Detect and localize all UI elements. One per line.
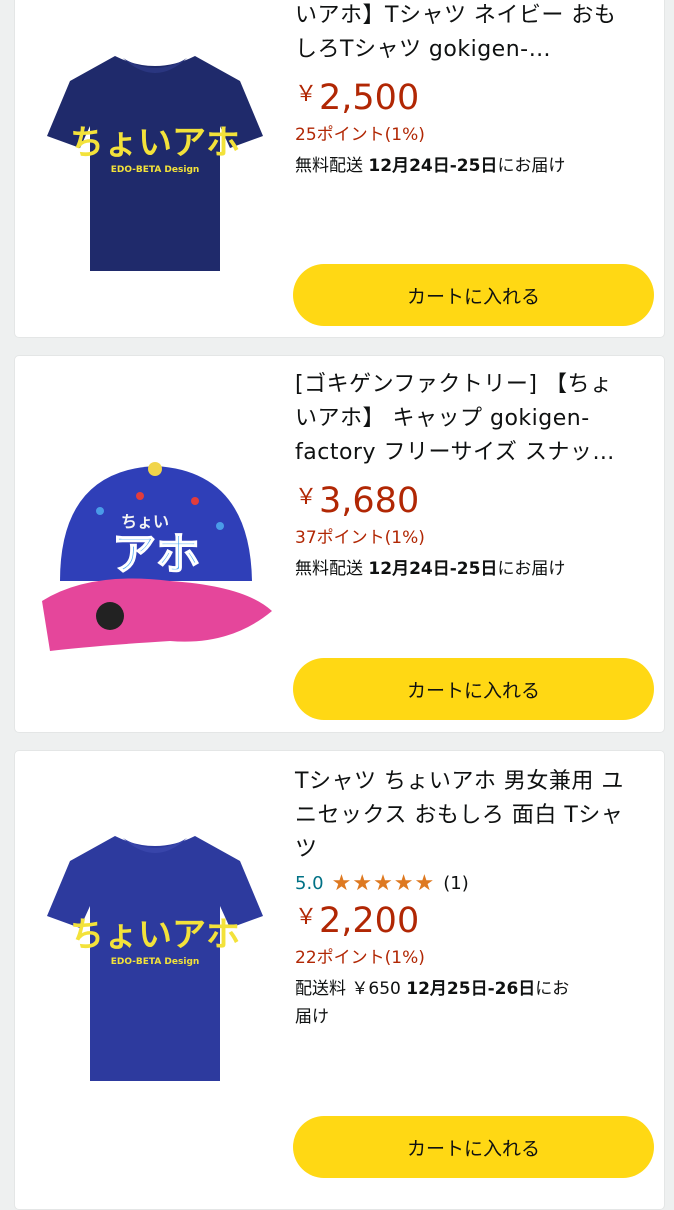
delivery-info: 無料配送 12月24日-25日にお届け [295, 559, 566, 579]
product-price: ￥2,500 [295, 75, 652, 118]
delivery-info: 配送料 ￥650 12月25日-26日にお 届け [295, 979, 570, 1027]
cap-print-main: アホ [112, 529, 200, 580]
shirt-print-text: ちょいアホ [70, 915, 240, 955]
price-symbol: ￥ [295, 485, 318, 510]
product-title[interactable]: いアホ】Tシャツ ネイビー おも しろTシャツ gokigen-… [295, 0, 652, 67]
rating-row[interactable]: 5.0 ★★★★★ (1) [295, 871, 652, 896]
product-image[interactable]: ちょいアホ EDO-BETA Design [15, 0, 295, 321]
rating-count[interactable]: (1) [443, 873, 469, 894]
product-card[interactable]: ちょい アホ [ゴキゲンファクトリー] 【ちょ いアホ】 キャップ gokige… [14, 355, 665, 733]
points-text: 37ポイント(1%) [295, 528, 425, 548]
shirt-print-subtext: EDO-BETA Design [111, 165, 200, 175]
rating-value[interactable]: 5.0 [295, 873, 324, 894]
points-text: 25ポイント(1%) [295, 125, 425, 145]
delivery-info: 無料配送 12月24日-25日にお届け [295, 156, 566, 176]
product-price: ￥3,680 [295, 478, 652, 521]
add-to-cart-button[interactable]: カートに入れる [293, 264, 654, 326]
price-symbol: ￥ [295, 82, 318, 107]
shirt-print-subtext: EDO-BETA Design [111, 957, 200, 967]
product-title[interactable]: Tシャツ ちょいアホ 男女兼用 ユ ニセックス おもしろ 面白 Tシャ ツ [295, 765, 652, 867]
product-card[interactable]: ちょいアホ EDO-BETA Design いアホ】Tシャツ ネイビー おも し… [14, 0, 665, 338]
star-rating-icon: ★★★★★ [331, 871, 436, 896]
add-to-cart-button[interactable]: カートに入れる [293, 1116, 654, 1178]
product-image[interactable]: ちょい アホ [15, 386, 295, 716]
price-value: 2,200 [319, 901, 420, 941]
tshirt-image: ちょいアホ EDO-BETA Design [47, 836, 263, 1081]
product-title[interactable]: [ゴキゲンファクトリー] 【ちょ いアホ】 キャップ gokigen- fact… [295, 368, 652, 470]
product-price: ￥2,200 [295, 898, 652, 941]
cap-image: ちょい アホ [42, 462, 272, 651]
shirt-print-text: ちょいアホ [70, 123, 240, 163]
points-text: 22ポイント(1%) [295, 948, 425, 968]
product-image[interactable]: ちょいアホ EDO-BETA Design [15, 781, 295, 1111]
price-value: 3,680 [319, 481, 420, 521]
price-value: 2,500 [319, 78, 420, 118]
product-card[interactable]: ちょいアホ EDO-BETA Design Tシャツ ちょいアホ 男女兼用 ユ … [14, 750, 665, 1210]
price-symbol: ￥ [295, 905, 318, 930]
tshirt-image: ちょいアホ EDO-BETA Design [47, 56, 263, 271]
add-to-cart-button[interactable]: カートに入れる [293, 658, 654, 720]
